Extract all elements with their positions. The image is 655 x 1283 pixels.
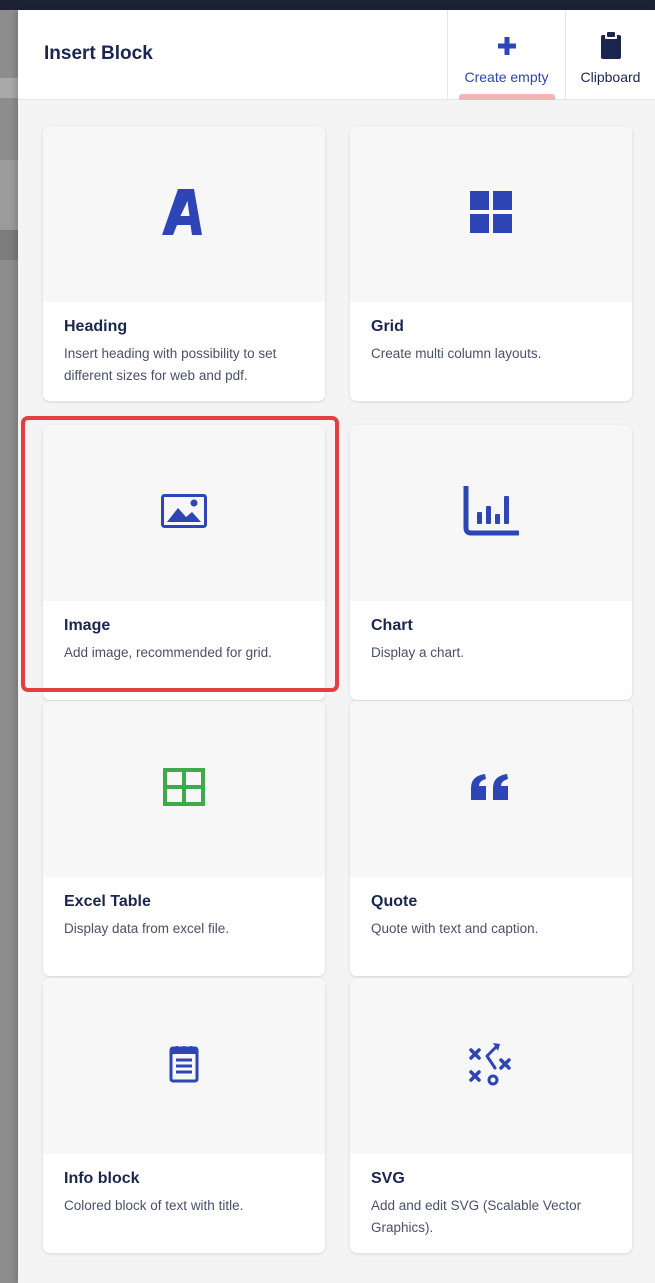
block-title: Chart	[371, 617, 413, 634]
clipboard-label: Clipboard	[580, 69, 641, 85]
create-empty-label: Create empty	[464, 69, 549, 85]
panel-header: Insert Block Create empty Clipboard	[18, 10, 655, 100]
block-description: Add image, recommended for grid.	[64, 645, 272, 660]
app-stage: Insert Block Create empty Clipboard Head…	[0, 0, 655, 1283]
table-icon	[163, 767, 205, 811]
backdrop-top-bar	[0, 0, 655, 10]
block-description: Colored block of text with title.	[64, 1198, 244, 1213]
block-preview	[43, 978, 325, 1154]
block-description: Display data from excel file.	[64, 921, 230, 936]
block-card-chart[interactable]: Chart Display a chart.	[350, 425, 632, 700]
letter-a-icon	[162, 188, 206, 240]
block-card-svg[interactable]: SVG Add and edit SVG (Scalable Vector Gr…	[350, 978, 632, 1253]
bar-chart-icon	[463, 483, 521, 541]
block-preview	[43, 126, 325, 302]
block-card-grid[interactable]: Grid Create multi column layouts.	[350, 126, 632, 401]
block-card-heading[interactable]: Heading Insert heading with possibility …	[43, 126, 325, 401]
panel-title: Insert Block	[44, 43, 153, 64]
plus-icon	[497, 33, 517, 59]
block-preview	[350, 978, 632, 1154]
block-card-image[interactable]: Image Add image, recommended for grid.	[43, 425, 325, 700]
grid-icon	[470, 190, 512, 238]
block-preview	[43, 701, 325, 877]
notepad-icon	[169, 1045, 199, 1088]
block-title: Quote	[371, 893, 418, 910]
image-icon	[161, 493, 207, 533]
vector-path-icon	[469, 1042, 513, 1091]
block-preview	[350, 701, 632, 877]
block-title: Excel Table	[64, 893, 151, 910]
insert-block-panel: Insert Block Create empty Clipboard Head…	[18, 10, 655, 1283]
block-preview	[43, 425, 325, 601]
block-title: SVG	[371, 1170, 405, 1187]
block-description: Add and edit SVG (Scalable Vector Graphi…	[371, 1198, 582, 1235]
backdrop-left-strip	[0, 10, 18, 1283]
clipboard-icon	[600, 32, 622, 59]
block-title: Info block	[64, 1170, 140, 1187]
clipboard-button[interactable]: Clipboard	[565, 10, 655, 100]
block-title: Grid	[371, 318, 404, 335]
block-card-excel-table[interactable]: Excel Table Display data from excel file…	[43, 701, 325, 976]
block-preview	[350, 126, 632, 302]
block-description: Display a chart.	[371, 645, 465, 660]
block-description: Insert heading with possibility to set d…	[64, 346, 277, 383]
block-card-quote[interactable]: Quote Quote with text and caption.	[350, 701, 632, 976]
quote-icon	[471, 773, 511, 805]
block-title: Image	[64, 617, 111, 634]
block-preview	[350, 425, 632, 601]
block-title: Heading	[64, 318, 128, 335]
block-description: Create multi column layouts.	[371, 346, 542, 361]
create-empty-button[interactable]: Create empty	[447, 10, 565, 100]
active-tab-underline	[459, 94, 555, 100]
block-description: Quote with text and caption.	[371, 921, 539, 936]
block-card-info-block[interactable]: Info block Colored block of text with ti…	[43, 978, 325, 1253]
